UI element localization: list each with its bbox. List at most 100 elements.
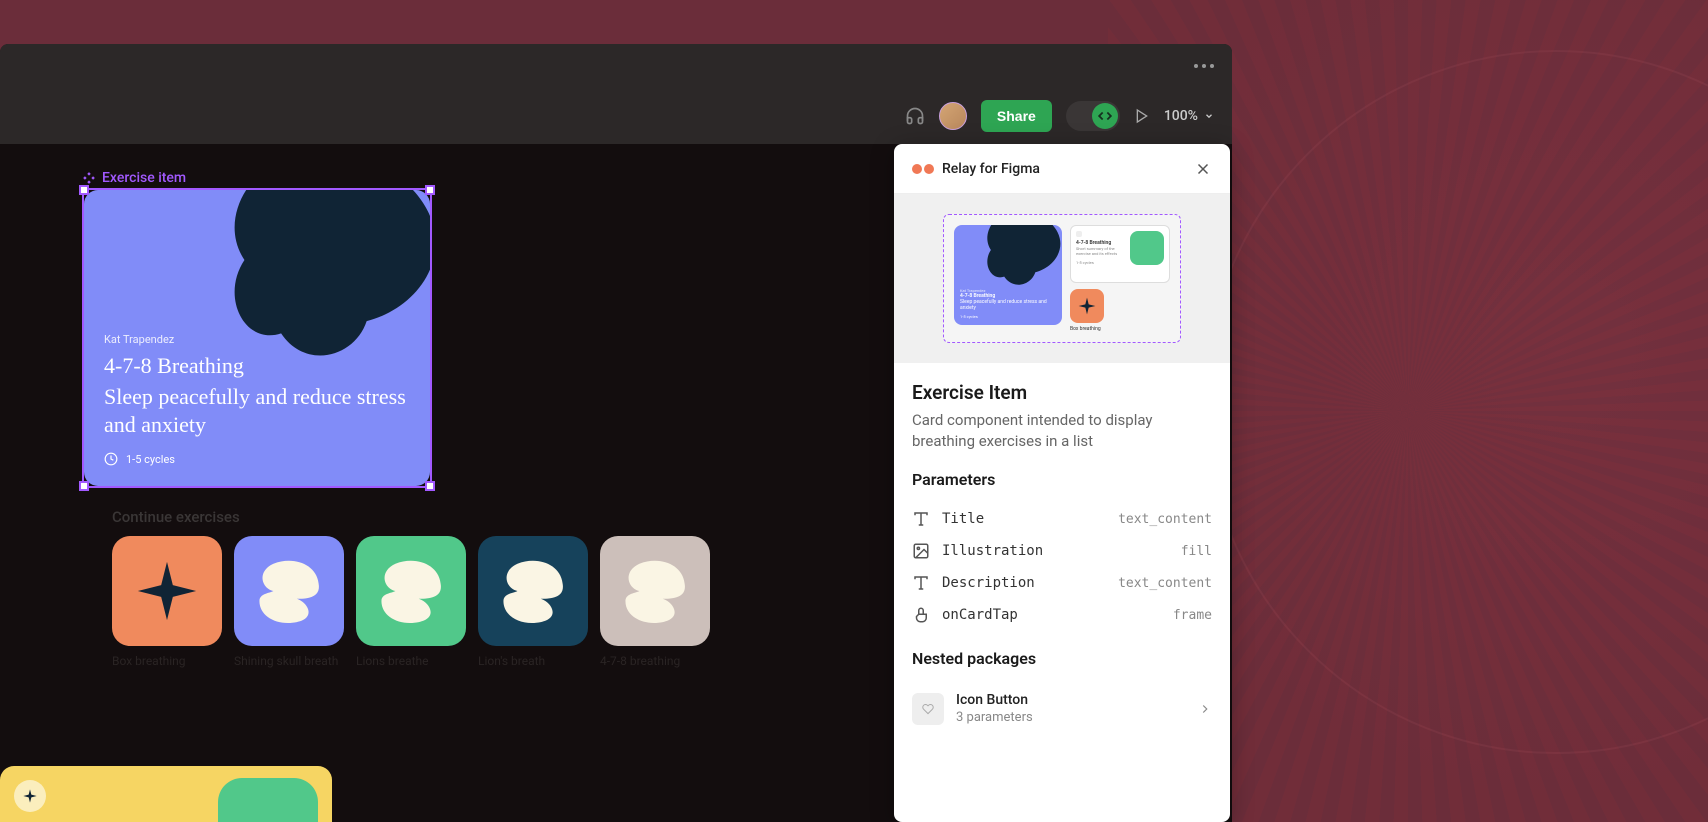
blob-icon [493,556,573,626]
resize-handle[interactable] [79,481,89,491]
parameter-type: frame [1173,608,1212,623]
resize-handle[interactable] [79,185,89,195]
blob-icon [249,556,329,626]
continue-heading: Continue exercises [112,508,710,526]
preview-small-variant: Box breathing [1070,289,1170,332]
preview-desc: Sleep peacefully and reduce stress and a… [960,299,1056,311]
text-icon [912,574,930,592]
exercise-label: 4-7-8 breathing [600,654,710,668]
exercise-label: Lions breathe [356,654,466,668]
toolbar: Share 100% [0,88,1232,144]
mini-blob [972,225,1062,290]
parameters-heading: Parameters [912,470,1212,489]
exercise-label: Shining skull breath [234,654,344,668]
preview-detail-cycles: 1-5 cycles [1076,260,1126,265]
preview-author: Kat Trapendez [960,288,1056,293]
card-author: Kat Trapendez [104,333,410,346]
exercise-thumb [600,536,710,646]
exercise-row: Box breathing Shining skull breath Lions b… [112,536,710,668]
sparkle-button[interactable] [14,780,46,812]
avatar[interactable] [939,102,967,130]
window-menu-button[interactable] [1194,64,1214,68]
preview-detail-icon [1076,231,1082,237]
preview-large-card: Kat Trapendez 4-7-8 Breathing Sleep peac… [954,225,1062,325]
resize-handle[interactable] [425,185,435,195]
yellow-card-fragment [0,766,332,822]
chevron-down-icon [1204,111,1214,121]
exercise-tile[interactable]: 4-7-8 breathing [600,536,710,668]
code-icon [1092,103,1118,129]
component-description: Card component intended to display breat… [912,410,1212,452]
card-description: Sleep peacefully and reduce stress and a… [104,383,410,438]
relay-preview-area: Kat Trapendez 4-7-8 Breathing Sleep peac… [894,194,1230,363]
image-icon [912,542,930,560]
blob-icon [615,556,695,626]
relay-component-info: Exercise Item Card component intended to… [894,363,1230,470]
parameters-list: Titletext_content Illustration fill Descrip… [912,503,1212,631]
window-titlebar [0,44,1232,88]
clock-icon [104,452,118,466]
sparkle-icon [127,556,207,626]
sparkle-icon [1077,296,1097,316]
relay-plugin-panel: Relay for Figma Kat Trapendez 4-7-8 Brea… [894,144,1230,822]
preview-small-label: Box breathing [1070,326,1170,332]
card-cycles-text: 1-5 cycles [126,453,175,466]
yellow-card-blob [218,778,318,822]
parameter-row[interactable]: Titletext_content [912,503,1212,535]
preview-right-column: 4-7-8 Breathing Short summary of the exe… [1070,225,1170,332]
exercise-label: Lion's breath [478,654,588,668]
parameter-row[interactable]: Illustration fill [912,535,1212,567]
dev-mode-toggle[interactable] [1066,101,1120,131]
resize-handle[interactable] [425,481,435,491]
present-icon[interactable] [1134,108,1150,124]
nested-package-sub: 3 parameters [956,710,1033,725]
close-icon[interactable] [1194,160,1212,178]
zoom-control[interactable]: 100% [1164,108,1214,124]
nested-heading: Nested packages [912,649,1212,668]
zoom-value: 100% [1164,108,1198,124]
exercise-thumb [234,536,344,646]
card-cycles: 1-5 cycles [104,452,410,466]
relay-plugin-name: Relay for Figma [942,161,1040,177]
selection-bounds[interactable]: Kat Trapendez 4-7-8 Breathing Sleep peac… [82,188,432,488]
parameter-type: text_content [1118,576,1212,591]
parameter-row[interactable]: onCardTap frame [912,599,1212,631]
parameter-type: text_content [1118,512,1212,527]
parameter-name: onCardTap [942,607,1018,623]
nested-package-row[interactable]: Icon Button 3 parameters [912,682,1212,725]
selection-label-text: Exercise item [102,170,186,186]
parameter-type: fill [1181,544,1212,559]
component-icon [82,171,96,185]
preview-detail-desc: Short summary of the exercise and its ef… [1076,246,1126,256]
relay-header: Relay for Figma [894,144,1230,194]
exercise-tile[interactable]: Lion's breath [478,536,588,668]
exercise-label: Box breathing [112,654,222,668]
preview-detail-thumb [1130,231,1164,265]
preview-small-thumb [1070,289,1104,323]
parameter-name: Description [942,575,1035,591]
headphones-icon[interactable] [905,106,925,126]
blob-icon [371,556,451,626]
heart-icon [922,703,934,715]
nested-package-thumb [912,693,944,725]
selection-label[interactable]: Exercise item [82,170,186,186]
exercise-thumb [356,536,466,646]
exercise-tile[interactable]: Box breathing [112,536,222,668]
nested-package-name: Icon Button [956,692,1033,708]
parameter-name: Illustration [942,543,1043,559]
exercise-tile[interactable]: Lions breathe [356,536,466,668]
parameters-section: Parameters Titletext_contentIllustration… [894,470,1230,649]
nested-packages-section: Nested packages Icon Button 3 parameters [894,649,1230,743]
share-button[interactable]: Share [981,100,1052,132]
relay-logo: Relay for Figma [912,161,1040,177]
component-title: Exercise Item [912,381,1212,404]
chevron-right-icon [1198,702,1212,716]
preview-component-bounds: Kat Trapendez 4-7-8 Breathing Sleep peac… [943,214,1181,343]
preview-detail-card: 4-7-8 Breathing Short summary of the exe… [1070,225,1170,283]
tap-icon [912,606,930,624]
relay-logo-icon [912,164,934,174]
exercise-thumb [112,536,222,646]
exercise-tile[interactable]: Shining skull breath [234,536,344,668]
parameter-row[interactable]: Description text_content [912,567,1212,599]
preview-cycles: 1-5 cycles [960,314,1056,319]
